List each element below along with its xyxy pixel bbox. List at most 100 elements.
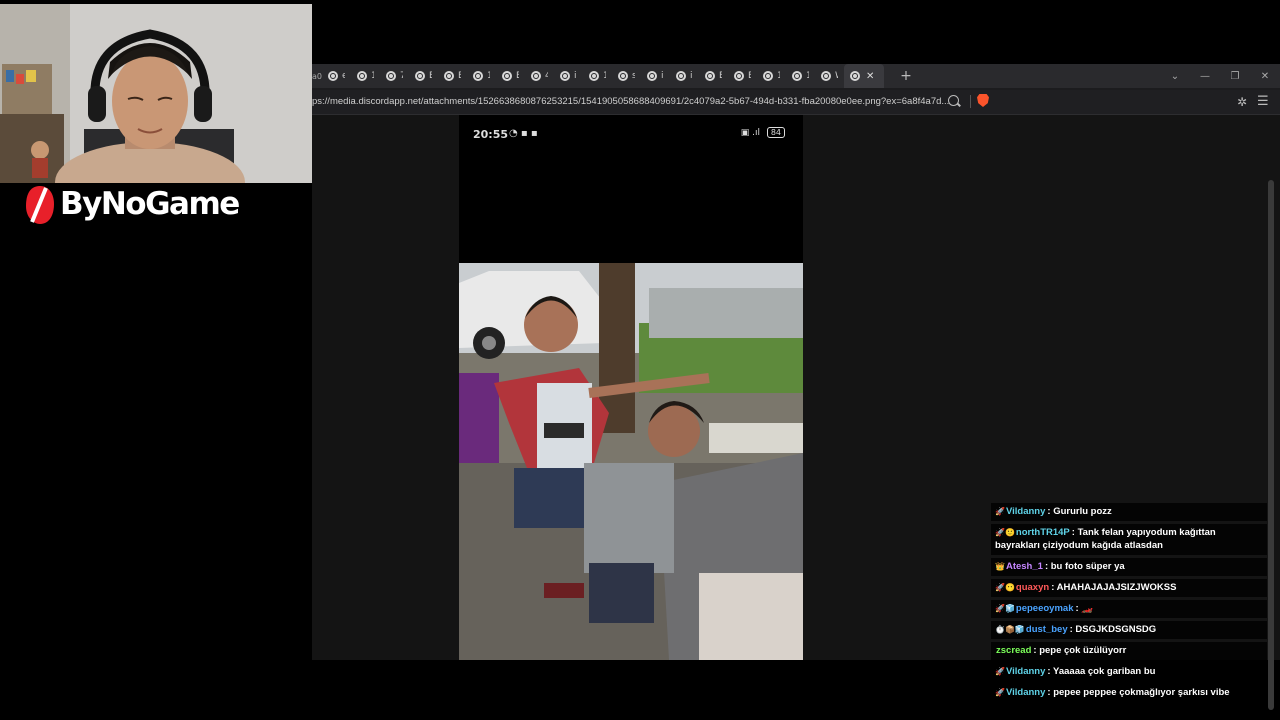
- user-badges: 🚀: [995, 507, 1005, 516]
- chat-username: pepeeoymak: [1015, 603, 1074, 614]
- user-badges: 🚀🧊: [995, 604, 1015, 613]
- globe-icon: [415, 71, 425, 81]
- chat-text: Yaaaaa çok gariban bu: [1053, 666, 1156, 677]
- globe-icon: [531, 71, 541, 81]
- menu-icon[interactable]: ☰: [1257, 94, 1269, 109]
- restore-button[interactable]: ❐: [1220, 71, 1250, 82]
- tab-label: 75: [400, 71, 403, 81]
- tab[interactable]: sa: [612, 64, 641, 88]
- extensions-icon[interactable]: ✲: [1237, 95, 1247, 109]
- tab-label: 10: [371, 71, 374, 81]
- close-window-button[interactable]: ✕: [1250, 71, 1280, 82]
- address-bar[interactable]: ps://media.discordapp.net/attachments/15…: [312, 90, 1280, 115]
- tab-label: Ek: [458, 71, 461, 81]
- address-separator: [970, 95, 971, 108]
- chat-text: 🏎️: [1081, 603, 1094, 614]
- chat-username: Vildanny: [1005, 687, 1046, 698]
- tab-label: 14: [806, 71, 809, 81]
- tab[interactable]: Ek: [699, 64, 728, 88]
- globe-icon: [792, 71, 802, 81]
- globe-icon: [618, 71, 628, 81]
- chat-username: northTR14P: [1015, 527, 1070, 538]
- tab-label: 10: [603, 71, 606, 81]
- tab[interactable]: Ek: [409, 64, 438, 88]
- user-badges: 🚀😶: [995, 583, 1015, 592]
- globe-icon: [705, 71, 715, 81]
- phone-notification-icons: ◔ ▪ ▪: [509, 128, 538, 139]
- user-badges: 🚀: [995, 688, 1005, 697]
- tab-label: im: [690, 71, 693, 81]
- tab[interactable]: 10: [351, 64, 380, 88]
- tab[interactable]: 14: [786, 64, 815, 88]
- globe-icon: [647, 71, 657, 81]
- user-badges: 👑: [995, 562, 1005, 571]
- tab-label: W: [835, 71, 838, 81]
- tab[interactable]: 10: [757, 64, 786, 88]
- tab[interactable]: im: [641, 64, 670, 88]
- globe-icon: [821, 71, 831, 81]
- tab[interactable]: Ek: [496, 64, 525, 88]
- chat-text: pepee peppee çokmağlıyor şarkısı vibe: [1053, 687, 1230, 698]
- globe-icon: [560, 71, 570, 81]
- tab[interactable]: W: [815, 64, 844, 88]
- close-tab-icon[interactable]: ✕: [866, 71, 874, 82]
- chat-username: quaxyn: [1015, 582, 1050, 593]
- tab[interactable]: ef: [322, 64, 351, 88]
- globe-icon: [763, 71, 773, 81]
- chat-message: ⏱️📦🧊dust_bey: DSGJKDSGNSDG: [991, 621, 1267, 639]
- tab-list-chevron-icon[interactable]: ⌄: [1160, 71, 1190, 82]
- chat-message: 🚀Vildanny: pepee peppee çokmağlıyor şark…: [991, 684, 1267, 702]
- phone-status-right: ▣ .ıl 84: [741, 127, 785, 138]
- user-badges: 🚀🙂: [995, 528, 1015, 537]
- tab[interactable]: 75: [380, 64, 409, 88]
- tab-label: 10: [487, 71, 490, 81]
- globe-icon: [444, 71, 454, 81]
- chat-text: pepe çok üzülüyorr: [1039, 645, 1127, 656]
- globe-icon: [386, 71, 396, 81]
- chat-username: Vildanny: [1005, 506, 1046, 517]
- webcam-image: [0, 4, 312, 183]
- tab[interactable]: im: [554, 64, 583, 88]
- url-text[interactable]: ps://media.discordapp.net/attachments/15…: [312, 96, 949, 107]
- chat-username: dust_bey: [1025, 624, 1068, 635]
- chat-message: 🚀Vildanny: Yaaaaa çok gariban bu: [991, 663, 1267, 681]
- bynogame-logo: ByNoGame: [22, 184, 262, 228]
- tab-label: Ek: [719, 71, 722, 81]
- chat-text: Gururlu pozz: [1053, 506, 1112, 517]
- page-scrollbar[interactable]: [1268, 180, 1274, 710]
- tab-label: sa: [632, 71, 635, 81]
- chat-message: 🚀🧊pepeeoymak: 🏎️: [991, 600, 1267, 618]
- phone-screenshot: 20:55 ◔ ▪ ▪ ▣ .ıl 84: [459, 115, 803, 660]
- brave-shields-icon[interactable]: [977, 94, 989, 107]
- zoom-icon[interactable]: [948, 95, 959, 106]
- tab[interactable]: 10: [467, 64, 496, 88]
- tab-label: im: [661, 71, 664, 81]
- tab[interactable]: Ek: [728, 64, 757, 88]
- window-controls: ⌄ — ❐ ✕: [1160, 64, 1280, 88]
- globe-icon: [734, 71, 744, 81]
- webcam-overlay: [0, 4, 312, 183]
- chat-text: DSGJKDSGNSDG: [1075, 624, 1157, 635]
- tab[interactable]: Ek: [438, 64, 467, 88]
- tab-label: ef: [342, 71, 345, 81]
- tab[interactable]: 10: [583, 64, 612, 88]
- tab-label: Ek: [516, 71, 519, 81]
- tab-active[interactable]: ✕: [844, 64, 884, 88]
- user-badges: ⏱️📦🧊: [995, 625, 1025, 634]
- tab-bar: a0 ef 10 75 Ek Ek 10 Ek 40 im 10 sa im i…: [312, 64, 1280, 88]
- minimize-button[interactable]: —: [1190, 71, 1220, 82]
- tab-label: im: [574, 71, 577, 81]
- chat-username: zscread: [996, 645, 1032, 656]
- tab-fragment-label[interactable]: a0: [312, 72, 322, 81]
- tab-label: Ek: [748, 71, 751, 81]
- bynogame-logo-mark: [26, 186, 54, 224]
- tab[interactable]: 40: [525, 64, 554, 88]
- chat-message: 👑Atesh_1: bu foto süper ya: [991, 558, 1267, 576]
- tab[interactable]: im: [670, 64, 699, 88]
- globe-icon: [676, 71, 686, 81]
- globe-icon: [850, 71, 860, 81]
- new-tab-button[interactable]: +: [896, 68, 916, 84]
- logo-text: ByNoGame: [60, 186, 240, 222]
- phone-status-time: 20:55: [473, 128, 509, 141]
- tab-label: 10: [777, 71, 780, 81]
